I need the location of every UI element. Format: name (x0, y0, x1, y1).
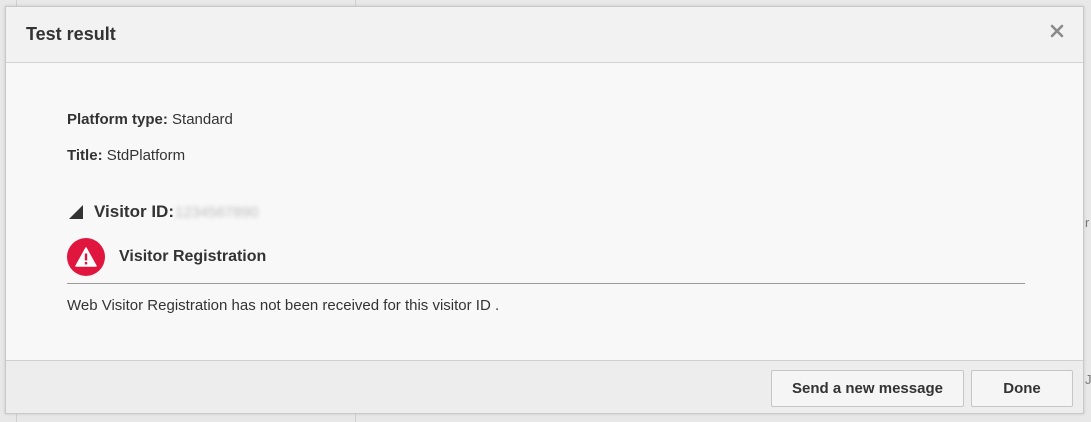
dialog-body: Platform type: Standard Title: StdPlatfo… (6, 64, 1083, 362)
background-text: J (1085, 372, 1091, 387)
title-label: Title: (67, 147, 107, 164)
visitor-id-value: 1234567890 (174, 203, 259, 221)
title-row: Title: StdPlatform (67, 147, 185, 164)
dialog-title: Test result (26, 24, 116, 44)
divider (67, 283, 1025, 284)
close-button[interactable] (1045, 21, 1069, 45)
background-text: r (1085, 215, 1090, 230)
dialog-footer: Send a new message Done (6, 360, 1083, 413)
visitor-registration-row: Visitor Registration (67, 237, 266, 277)
platform-type-label: Platform type: (67, 111, 173, 128)
done-button[interactable]: Done (971, 370, 1073, 407)
warning-icon (67, 238, 105, 276)
registration-message: Web Visitor Registration has not been re… (67, 297, 500, 314)
close-icon (1050, 24, 1064, 43)
title-value: StdPlatform (106, 147, 186, 164)
send-new-message-button[interactable]: Send a new message (771, 370, 964, 407)
visitor-registration-label: Visitor Registration (119, 248, 267, 265)
platform-type-row: Platform type: Standard (67, 111, 233, 128)
visitor-id-row: Visitor ID: 1234567890 (67, 201, 258, 223)
visitor-id-label: Visitor ID: (94, 202, 174, 221)
dialog-header: Test result (6, 7, 1083, 63)
platform-type-value: Standard (172, 111, 233, 128)
collapse-triangle-icon[interactable] (67, 203, 85, 221)
test-result-dialog: Test result Platform type: Standard Titl… (5, 6, 1084, 414)
